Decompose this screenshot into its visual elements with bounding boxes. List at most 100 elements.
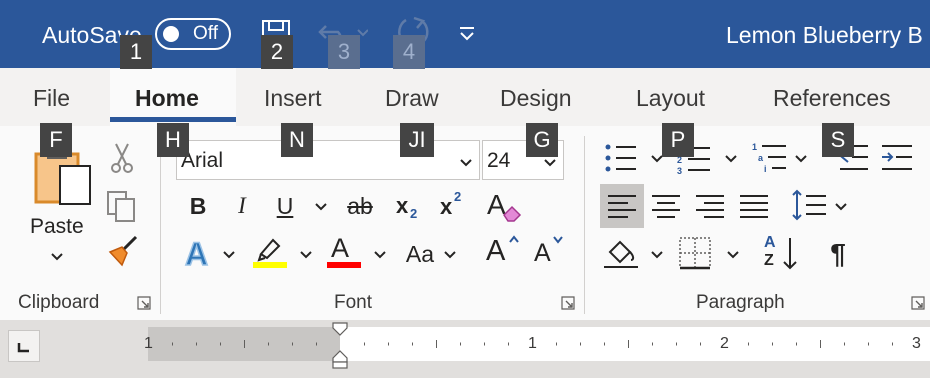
tab-draw[interactable]: Draw [385, 84, 439, 112]
font-group-label: Font [334, 292, 373, 313]
text-effects-dropdown-icon[interactable] [222, 250, 236, 260]
highlight-icon[interactable] [253, 234, 289, 270]
shading-dropdown-icon[interactable] [650, 250, 664, 260]
caret-down-icon [552, 234, 564, 244]
font-color-swatch [327, 262, 361, 268]
ruler-number: 2 [720, 335, 729, 352]
shading-icon[interactable] [604, 236, 638, 270]
keytip-redo: 4 [393, 35, 425, 69]
superscript-button[interactable]: x 2 [440, 190, 470, 220]
clipboard-launcher-icon[interactable] [137, 296, 151, 310]
text-effects-icon[interactable]: A [183, 236, 215, 270]
paste-label[interactable]: Paste [30, 215, 84, 239]
cut-icon[interactable] [110, 142, 134, 174]
font-color-glyph: A [331, 233, 350, 263]
italic-button[interactable]: I [230, 193, 254, 219]
paste-dropdown-icon[interactable] [50, 252, 64, 262]
tab-layout[interactable]: Layout [636, 84, 705, 112]
strikethrough-button[interactable]: ab [342, 193, 378, 219]
paragraph-group-label: Paragraph [696, 292, 785, 313]
sort-arrow-icon [782, 236, 798, 270]
change-case-button[interactable]: Aa [400, 241, 440, 267]
font-launcher-icon[interactable] [561, 296, 575, 310]
indent-marker-icon[interactable] [330, 322, 350, 375]
subscript-mark: 2 [410, 206, 418, 221]
keytip-insert: N [281, 123, 313, 157]
copy-icon[interactable] [106, 190, 138, 224]
superscript-mark: 2 [454, 189, 462, 204]
bullets-icon[interactable] [604, 143, 638, 173]
justify-icon[interactable] [738, 190, 770, 222]
center-icon[interactable] [650, 190, 682, 222]
svg-text:3: 3 [677, 166, 682, 175]
grow-font-glyph: A [486, 235, 506, 267]
font-name-combo[interactable]: Arial [176, 140, 480, 180]
paste-icon[interactable] [34, 150, 92, 206]
align-left-button[interactable] [600, 184, 644, 228]
keytip-references: S [822, 123, 854, 157]
superscript-glyph: x [440, 194, 453, 219]
keytip-autosave: 1 [120, 35, 152, 69]
ruler-ticks [172, 340, 893, 348]
chevron-down-icon[interactable] [543, 155, 557, 173]
customize-qat-icon[interactable] [458, 26, 476, 42]
borders-icon[interactable] [678, 236, 712, 270]
tab-selector-icon[interactable] [8, 330, 40, 362]
ruler-number: 1 [144, 335, 153, 352]
clear-formatting-icon[interactable]: A [486, 188, 522, 224]
svg-text:i: i [764, 164, 767, 174]
underline-dropdown-icon[interactable] [314, 202, 328, 212]
grow-font-button[interactable]: A [486, 234, 522, 268]
underline-button[interactable]: U [272, 193, 298, 219]
group-divider [584, 136, 585, 314]
increase-indent-icon[interactable] [880, 143, 914, 173]
highlight-dropdown-icon[interactable] [299, 250, 313, 260]
multilevel-dropdown-icon[interactable] [794, 154, 808, 164]
subscript-glyph: x [396, 193, 409, 218]
tab-insert[interactable]: Insert [264, 84, 322, 112]
autosave-toggle[interactable]: Off [155, 18, 231, 50]
font-color-button[interactable]: A [327, 234, 361, 270]
ruler-number: 1 [528, 335, 537, 352]
keytip-undo: 3 [328, 35, 360, 69]
svg-text:a: a [758, 153, 764, 163]
subscript-button[interactable]: x 2 [396, 193, 426, 223]
font-color-dropdown-icon[interactable] [373, 250, 387, 260]
font-size-value: 24 [487, 149, 511, 172]
shrink-font-glyph: A [534, 239, 551, 267]
format-painter-icon[interactable] [106, 234, 140, 268]
shrink-font-button[interactable]: A [534, 234, 570, 268]
svg-text:A: A [185, 236, 208, 270]
tab-file[interactable]: File [33, 84, 70, 112]
autosave-state: Off [193, 23, 218, 44]
keytip-home: H [157, 123, 189, 157]
numbering-dropdown-icon[interactable] [724, 154, 738, 164]
line-spacing-icon[interactable] [790, 188, 828, 222]
svg-text:1: 1 [752, 142, 757, 152]
sort-bottom-glyph: Z [764, 252, 774, 269]
keytip-save: 2 [261, 35, 293, 69]
tab-references[interactable]: References [773, 84, 891, 112]
borders-dropdown-icon[interactable] [726, 250, 740, 260]
keytip-design: G [526, 123, 558, 157]
change-case-dropdown-icon[interactable] [443, 250, 457, 260]
toggle-knob [163, 26, 179, 42]
show-marks-button[interactable]: ¶ [824, 238, 852, 270]
sort-top-glyph: A [764, 234, 776, 251]
keytip-layout: P [662, 123, 694, 157]
tab-design[interactable]: Design [500, 84, 572, 112]
document-title: Lemon Blueberry B [726, 22, 923, 48]
line-spacing-dropdown-icon[interactable] [834, 202, 848, 212]
paragraph-launcher-icon[interactable] [911, 296, 925, 310]
chevron-down-icon[interactable] [459, 155, 473, 173]
multilevel-list-icon[interactable]: 1 a i [752, 141, 788, 175]
align-left-icon [608, 195, 636, 218]
clipboard-group-label: Clipboard [18, 292, 100, 313]
ruler-number: 3 [912, 335, 921, 352]
sort-button[interactable]: A Z [762, 234, 802, 272]
active-tab-indicator [110, 117, 236, 122]
keytip-file: F [40, 123, 72, 157]
bold-button[interactable]: B [186, 193, 210, 219]
align-right-icon[interactable] [694, 190, 726, 222]
tab-home[interactable]: Home [135, 84, 199, 112]
